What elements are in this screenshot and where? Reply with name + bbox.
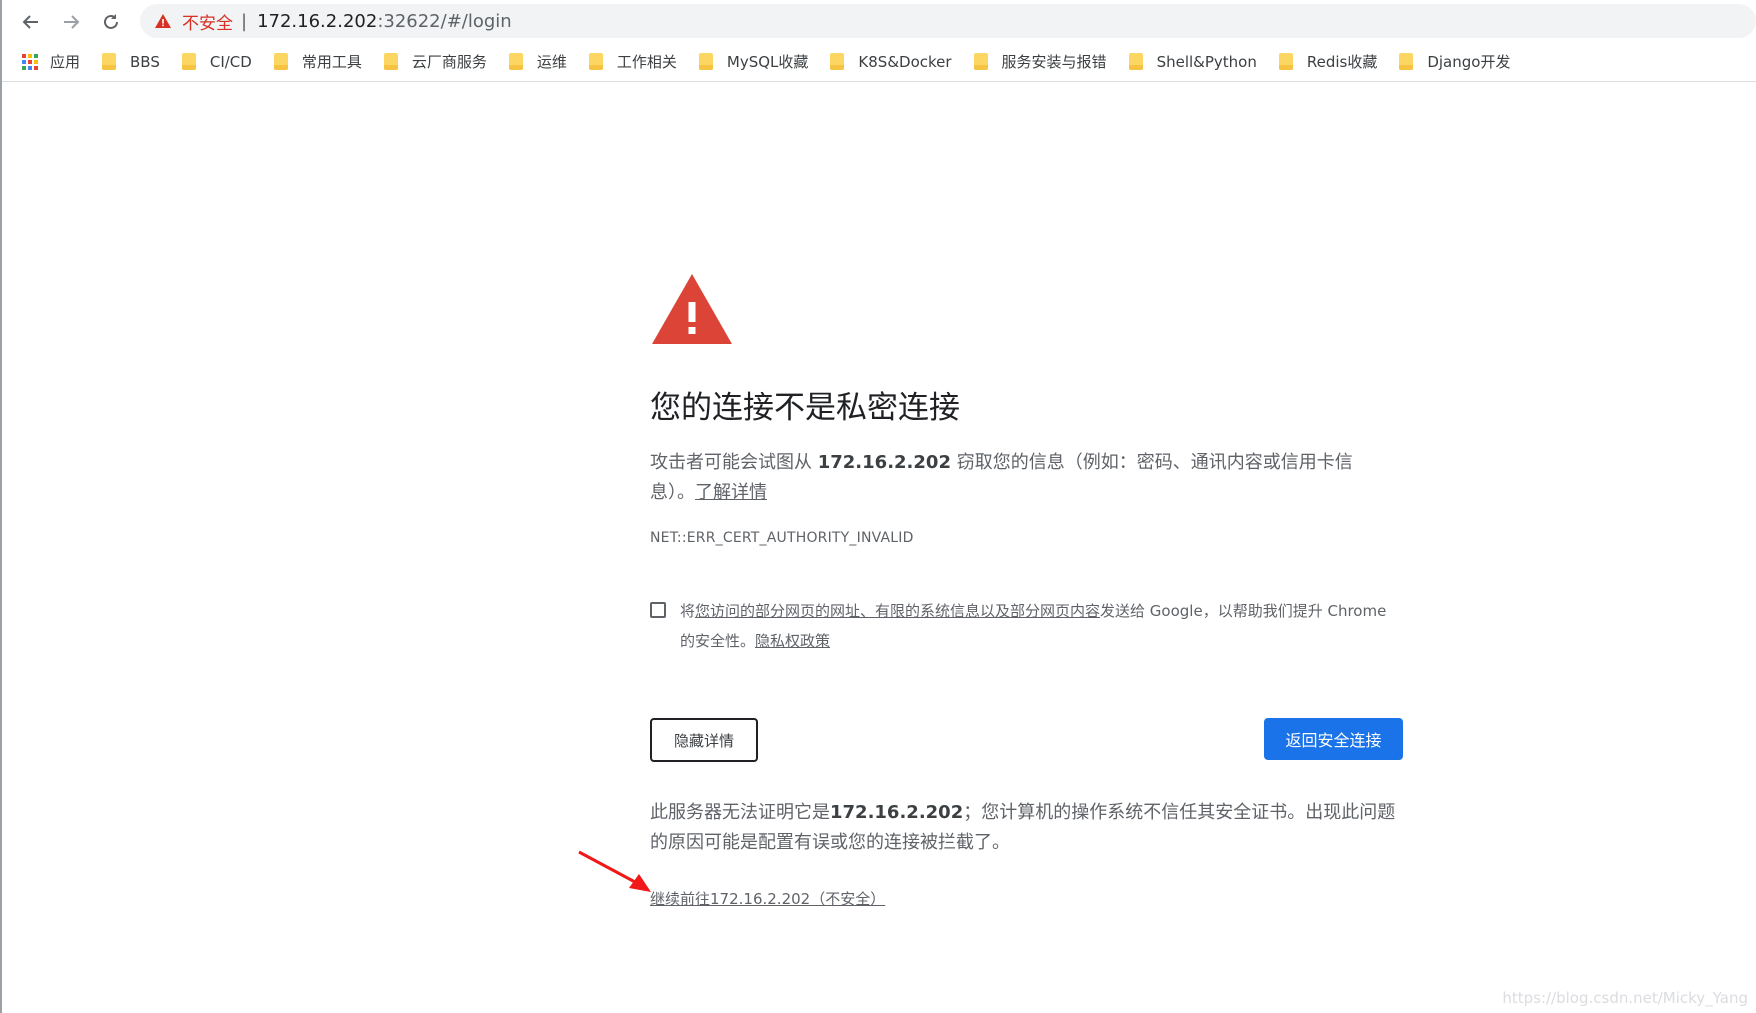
bookmark-label: BBS xyxy=(130,52,160,71)
bookmark-folder[interactable]: 工作相关 xyxy=(588,51,677,72)
bookmark-folder[interactable]: 常用工具 xyxy=(273,51,362,72)
folder-icon xyxy=(181,53,196,70)
folder-icon xyxy=(383,53,398,70)
folder-icon xyxy=(1399,53,1414,70)
bookmark-folder[interactable]: Redis收藏 xyxy=(1278,51,1378,72)
bookmark-label: 服务安装与报错 xyxy=(1001,53,1107,71)
details-host: 172.16.2.202 xyxy=(830,802,964,823)
folder-icon xyxy=(588,53,603,70)
browser-toolbar: 不安全 | 172.16.2.202:32622/#/login xyxy=(2,0,1756,42)
folder-icon xyxy=(1128,53,1143,70)
not-secure-label[interactable]: 不安全 xyxy=(182,9,233,34)
bookmark-folder[interactable]: Django开发 xyxy=(1399,51,1510,72)
bookmark-folder[interactable]: K8S&Docker xyxy=(830,52,952,71)
address-bar[interactable]: 不安全 | 172.16.2.202:32622/#/login xyxy=(140,4,1756,38)
extended-reporting-checkbox[interactable] xyxy=(650,602,666,618)
apps-grid-icon xyxy=(22,53,38,70)
hide-details-button[interactable]: 隐藏详情 xyxy=(650,718,758,762)
bookmark-folder[interactable]: 云厂商服务 xyxy=(383,51,487,72)
details-prefix: 此服务器无法证明它是 xyxy=(650,802,830,823)
folder-icon xyxy=(273,53,288,70)
omnibox-separator: | xyxy=(241,10,248,32)
bookmark-label: 常用工具 xyxy=(301,53,362,71)
details-text: 此服务器无法证明它是172.16.2.202；您计算机的操作系统不信任其安全证书… xyxy=(650,798,1410,858)
learn-more-link[interactable]: 了解详情 xyxy=(695,482,767,503)
watermark: https://blog.csdn.net/Micky_Yang xyxy=(1502,989,1748,1007)
bookmark-label: CI/CD xyxy=(209,52,252,71)
bookmark-folder[interactable]: 服务安装与报错 xyxy=(973,51,1107,72)
bookmark-apps[interactable]: 应用 xyxy=(22,51,80,72)
error-code: NET::ERR_CERT_AUTHORITY_INVALID xyxy=(650,530,914,546)
folder-icon xyxy=(508,53,523,70)
proceed-unsafe-link[interactable]: 继续前往172.16.2.202（不安全） xyxy=(650,888,885,909)
bookmark-label: 运维 xyxy=(536,53,567,71)
bookmark-folder[interactable]: BBS xyxy=(102,53,160,71)
bookmark-folder[interactable]: 运维 xyxy=(508,51,567,72)
url-path: :32622/#/login xyxy=(377,10,512,32)
folder-icon xyxy=(830,53,845,70)
folder-icon xyxy=(973,53,988,70)
explanation-prefix: 攻击者可能会试图从 xyxy=(650,452,818,473)
reload-button[interactable] xyxy=(96,7,126,37)
bookmark-label: 工作相关 xyxy=(616,53,677,71)
annotation-arrow-icon xyxy=(578,850,651,892)
url-host: 172.16.2.202 xyxy=(257,10,378,32)
warning-triangle-icon xyxy=(154,12,172,30)
bookmark-label: Django开发 xyxy=(1427,53,1511,71)
explanation-host: 172.16.2.202 xyxy=(817,452,951,473)
arrow-right-icon xyxy=(64,15,80,29)
bookmark-label: K8S&Docker xyxy=(858,52,952,71)
extended-reporting-optin: 将您访问的部分网页的网址、有限的系统信息以及部分网页内容发送给 Google，以… xyxy=(650,596,1400,656)
optin-data-link[interactable]: 您访问的部分网页的网址、有限的系统信息以及部分网页内容 xyxy=(695,602,1100,620)
browser-window: 不安全 | 172.16.2.202:32622/#/login 应用 BBS … xyxy=(0,0,1756,1013)
danger-triangle-icon xyxy=(652,274,732,344)
bookmark-folder[interactable]: CI/CD xyxy=(181,52,252,71)
optin-text: 将您访问的部分网页的网址、有限的系统信息以及部分网页内容发送给 Google，以… xyxy=(680,596,1400,656)
folder-icon xyxy=(102,53,117,70)
back-to-safety-button[interactable]: 返回安全连接 xyxy=(1264,718,1403,760)
back-button[interactable] xyxy=(16,7,46,37)
folder-icon xyxy=(698,53,713,70)
bookmarks-bar: 应用 BBS CI/CD 常用工具 云厂商服务 运维 工作相关 MySQL收藏 … xyxy=(2,42,1756,82)
bookmark-label: 应用 xyxy=(50,53,81,71)
explanation-text: 攻击者可能会试图从 172.16.2.202 窃取您的信息（例如：密码、通讯内容… xyxy=(650,448,1370,508)
bookmark-folder[interactable]: MySQL收藏 xyxy=(698,51,809,72)
bookmark-label: 云厂商服务 xyxy=(411,53,487,71)
arrow-left-icon xyxy=(22,15,38,29)
folder-icon xyxy=(1278,53,1293,70)
bookmark-label: MySQL收藏 xyxy=(726,53,809,71)
optin-prefix: 将 xyxy=(680,602,696,620)
page-title: 您的连接不是私密连接 xyxy=(650,390,960,426)
privacy-policy-link[interactable]: 隐私权政策 xyxy=(755,632,830,650)
reload-icon xyxy=(104,14,118,29)
bookmark-label: Redis收藏 xyxy=(1306,53,1378,71)
bookmark-folder[interactable]: Shell&Python xyxy=(1128,52,1257,71)
forward-button[interactable] xyxy=(56,7,86,37)
bookmark-label: Shell&Python xyxy=(1156,52,1257,71)
